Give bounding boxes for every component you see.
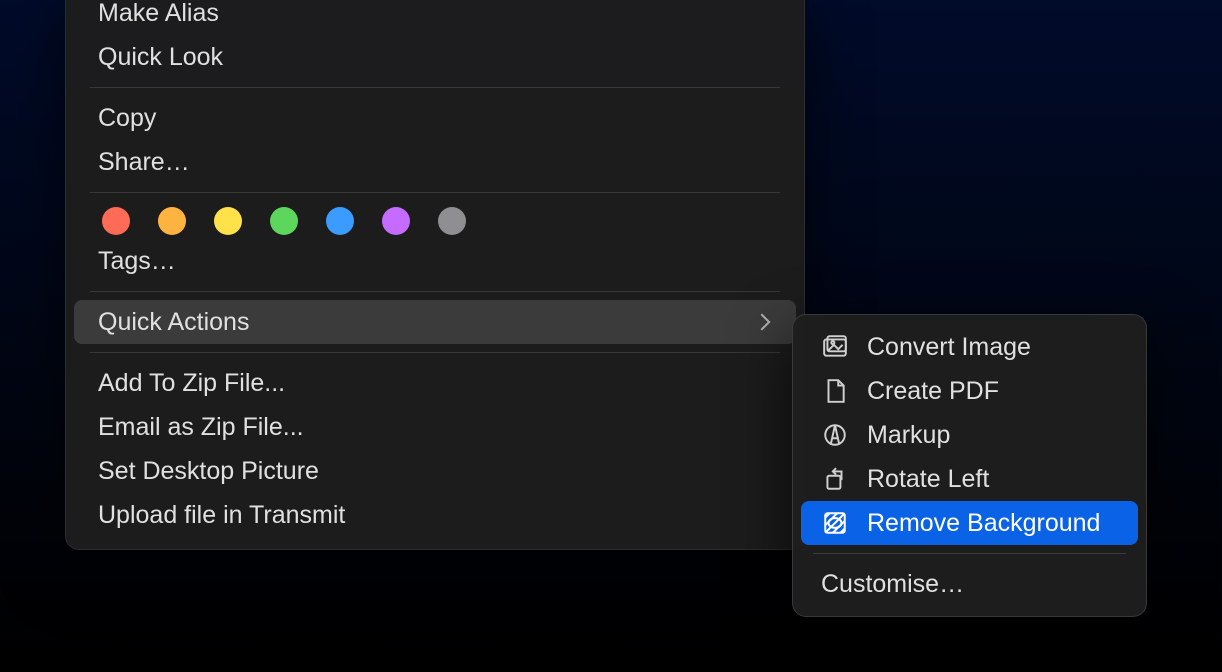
menu-item-label: Upload file in Transmit: [98, 501, 345, 530]
submenu-item-remove-background[interactable]: Remove Background: [801, 501, 1138, 545]
menu-item-label: Set Desktop Picture: [98, 457, 319, 486]
document-icon: [821, 377, 849, 405]
menu-item-label: Email as Zip File...: [98, 413, 304, 442]
submenu-item-markup[interactable]: Markup: [801, 413, 1138, 457]
submenu-separator: [813, 553, 1126, 554]
menu-item-label: Quick Actions: [98, 308, 249, 337]
tag-color-yellow[interactable]: [214, 207, 242, 235]
menu-item-label: Copy: [98, 104, 156, 133]
menu-item-quick-look[interactable]: Quick Look: [74, 35, 796, 79]
tag-color-orange[interactable]: [158, 207, 186, 235]
menu-item-make-alias[interactable]: Make Alias: [74, 0, 796, 35]
menu-separator: [90, 291, 780, 292]
tag-color-red[interactable]: [102, 207, 130, 235]
tag-color-purple[interactable]: [382, 207, 410, 235]
tag-color-gray[interactable]: [438, 207, 466, 235]
menu-item-tags[interactable]: Tags…: [74, 239, 796, 283]
menu-item-share[interactable]: Share…: [74, 140, 796, 184]
submenu-item-label: Rotate Left: [867, 465, 989, 494]
tag-color-row: [74, 201, 796, 239]
menu-item-label: Share…: [98, 148, 190, 177]
submenu-item-label: Markup: [867, 421, 950, 450]
menu-item-upload-transmit[interactable]: Upload file in Transmit: [74, 493, 796, 537]
menu-item-quick-actions[interactable]: Quick Actions: [74, 300, 796, 344]
menu-item-label: Make Alias: [98, 0, 219, 28]
markup-icon: [821, 421, 849, 449]
menu-item-set-desktop-picture[interactable]: Set Desktop Picture: [74, 449, 796, 493]
menu-separator: [90, 87, 780, 88]
tag-color-green[interactable]: [270, 207, 298, 235]
submenu-item-rotate-left[interactable]: Rotate Left: [801, 457, 1138, 501]
menu-item-label: Add To Zip File...: [98, 369, 285, 398]
menu-separator: [90, 352, 780, 353]
menu-item-copy[interactable]: Copy: [74, 96, 796, 140]
image-icon: [821, 333, 849, 361]
chevron-right-icon: [754, 314, 771, 331]
submenu-item-customise[interactable]: Customise…: [801, 562, 1138, 606]
menu-separator: [90, 192, 780, 193]
context-menu: Make Alias Quick Look Copy Share… Tags… …: [65, 0, 805, 550]
menu-item-add-to-zip[interactable]: Add To Zip File...: [74, 361, 796, 405]
submenu-item-label: Create PDF: [867, 377, 999, 406]
submenu-item-label: Customise…: [821, 570, 964, 599]
menu-item-label: Quick Look: [98, 43, 223, 72]
remove-background-icon: [821, 509, 849, 537]
submenu-item-convert-image[interactable]: Convert Image: [801, 325, 1138, 369]
menu-item-email-as-zip[interactable]: Email as Zip File...: [74, 405, 796, 449]
rotate-left-icon: [821, 465, 849, 493]
quick-actions-submenu: Convert Image Create PDF Markup: [792, 314, 1147, 617]
tag-color-blue[interactable]: [326, 207, 354, 235]
submenu-item-label: Remove Background: [867, 509, 1100, 538]
menu-item-label: Tags…: [98, 247, 176, 276]
submenu-item-label: Convert Image: [867, 333, 1031, 362]
submenu-item-create-pdf[interactable]: Create PDF: [801, 369, 1138, 413]
